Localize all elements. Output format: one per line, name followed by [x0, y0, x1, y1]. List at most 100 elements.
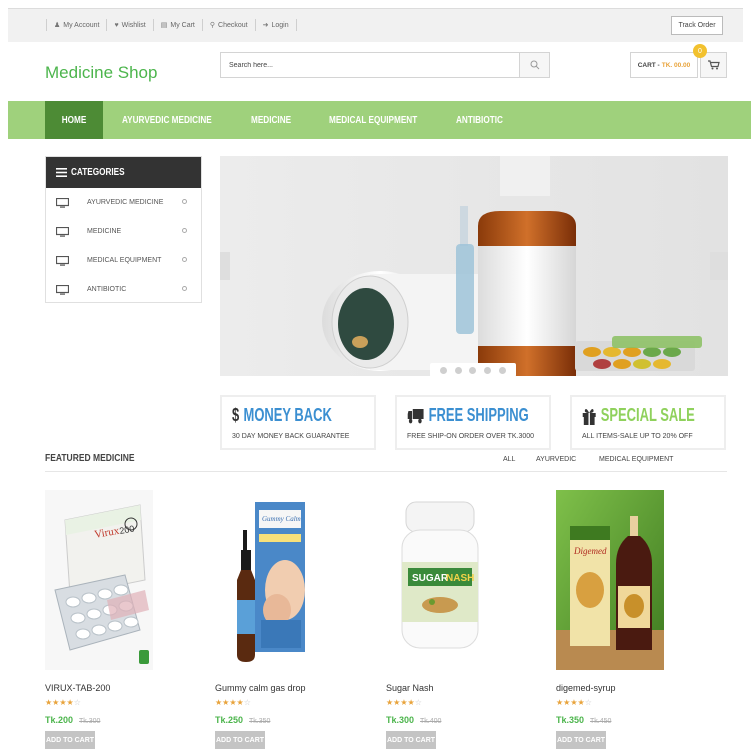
my-account-label: My Account [63, 21, 100, 29]
tab-all[interactable]: ALL [503, 456, 515, 463]
tab-ayurvedic[interactable]: AYURVEDIC [536, 456, 576, 463]
price-current: Tk.250 [215, 715, 244, 725]
cart-total[interactable]: CART - TK. 00.00 [630, 52, 698, 78]
carousel-dot[interactable] [454, 366, 462, 374]
category-item-ayurvedic[interactable]: AYURVEDIC MEDICINE [46, 188, 201, 217]
price-old: Tk.450 [590, 718, 612, 725]
heart-icon: ♥ [114, 21, 119, 29]
checkout-link[interactable]: ⚲ Checkout [203, 19, 256, 31]
carousel-dot[interactable] [499, 366, 507, 374]
product-name[interactable]: digemed-syrup [556, 683, 616, 693]
feature-subtitle: FREE SHIP-ON ORDER OVER TK.3000 [407, 433, 535, 440]
product-photo: Digemed [556, 490, 664, 670]
price-old: Tk.350 [249, 718, 271, 725]
checkout-label: Checkout [218, 21, 248, 29]
login-link[interactable]: ➜ Login [256, 19, 297, 31]
feature-title: FREE SHIPPING [428, 405, 529, 425]
site-logo[interactable]: Medicine Shop [45, 63, 157, 83]
nav-home[interactable]: HOME [45, 101, 103, 139]
cart-icon: ▤ [160, 22, 168, 29]
feature-subtitle: ALL ITEMS-SALE UP TO 20% OFF [582, 433, 693, 440]
categories-panel: CATEGORIES AYURVEDIC MEDICINE MEDICINE M… [45, 156, 202, 303]
carousel-dot[interactable] [439, 366, 447, 374]
login-label: Login [271, 21, 289, 29]
carousel-dot[interactable] [469, 366, 477, 374]
hero-banner[interactable] [220, 156, 728, 376]
nav-antibiotic[interactable]: ANTIBIOTIC [456, 101, 503, 139]
rating-stars: ★★★★☆ [215, 698, 251, 707]
product-photo: Virux 200 [45, 490, 153, 670]
category-item-antibiotic[interactable]: ANTIBIOTIC [46, 275, 201, 304]
main-nav: HOME AYURVEDIC MEDICINE MEDICINE MEDICAL… [8, 101, 751, 139]
top-bar: ♟ My Account ♥ Wishlist ▤ My Cart ⚲ Checkout… [8, 8, 743, 42]
feature-title: SPECIAL SALE [600, 405, 695, 425]
category-item-medicine[interactable]: MEDICINE [46, 217, 201, 246]
nav-medicine[interactable]: MEDICINE [251, 101, 291, 139]
rating-stars: ★★★★☆ [45, 698, 81, 707]
nav-ayurvedic-medicine[interactable]: AYURVEDIC MEDICINE [122, 101, 212, 139]
price-current: Tk.200 [45, 715, 74, 725]
product-image[interactable]: SUGAR NASH [386, 490, 494, 670]
truck-icon [407, 408, 424, 423]
svg-text:Digemed: Digemed [573, 546, 607, 556]
product-photo: SUGAR NASH [386, 490, 494, 670]
nav-medical-equipment[interactable]: MEDICAL EQUIPMENT [329, 101, 417, 139]
dollar-icon: $ [232, 405, 240, 425]
tab-medical-equipment[interactable]: MEDICAL EQUIPMENT [599, 456, 673, 463]
my-account-link[interactable]: ♟ My Account [46, 19, 108, 31]
monitor-icon [56, 284, 69, 295]
product-name[interactable]: Gummy calm gas drop [215, 683, 306, 693]
feature-title: MONEY BACK [243, 405, 332, 425]
gift-icon [582, 408, 596, 425]
feature-free-shipping: FREE SHIPPING FREE SHIP-ON ORDER OVER TK… [395, 395, 551, 450]
track-order-button[interactable]: Track Order [671, 16, 723, 35]
feature-subtitle: 30 DAY MONEY BACK GUARANTEE [232, 433, 350, 440]
cart-label: CART - [637, 61, 660, 69]
rating-stars: ★★★★☆ [556, 698, 592, 707]
categories-title: CATEGORIES [71, 167, 125, 178]
circle-icon [182, 286, 187, 291]
category-label: AYURVEDIC MEDICINE [87, 199, 164, 206]
category-label: MEDICINE [87, 228, 122, 235]
product-image[interactable]: Digemed [556, 490, 664, 670]
category-label: ANTIBIOTIC [87, 286, 127, 293]
product-name[interactable]: Sugar Nash [386, 683, 434, 693]
product-photo: Gummy Calm [215, 490, 323, 670]
product-price: Tk.350 Tk.450 [556, 715, 611, 725]
product-name[interactable]: VIRUX-TAB-200 [45, 683, 110, 693]
search-icon [530, 60, 539, 70]
add-to-cart-button[interactable]: ADD TO CART [556, 731, 606, 749]
feature-special-sale: SPECIAL SALE ALL ITEMS-SALE UP TO 20% OF… [570, 395, 726, 450]
add-to-cart-button[interactable]: ADD TO CART [45, 731, 95, 749]
product-card: Gummy Calm Gummy calm gas drop ★★★★☆ Tk.… [215, 490, 335, 749]
cart-count-badge: 0 [693, 44, 707, 58]
product-price: Tk.200 Tk.300 [45, 715, 100, 725]
svg-text:Gummy Calm: Gummy Calm [262, 515, 301, 523]
svg-text:SUGAR: SUGAR [412, 573, 449, 584]
search-input[interactable] [221, 53, 521, 77]
category-item-medical-equipment[interactable]: MEDICAL EQUIPMENT [46, 246, 201, 275]
nav-home-label: HOME [61, 114, 87, 126]
product-image[interactable]: Virux 200 [45, 490, 153, 670]
user-icon: ♟ [54, 22, 61, 29]
section-divider [45, 471, 727, 472]
monitor-icon [56, 197, 69, 208]
product-price: Tk.300 Tk.400 [386, 715, 441, 725]
add-to-cart-button[interactable]: ADD TO CART [386, 731, 436, 749]
shopping-cart-icon [707, 60, 720, 70]
categories-header[interactable]: CATEGORIES [46, 157, 201, 188]
circle-icon [182, 199, 187, 204]
search-button[interactable] [519, 53, 549, 77]
add-to-cart-button[interactable]: ADD TO CART [215, 731, 265, 749]
login-icon: ➜ [262, 22, 269, 29]
my-cart-link[interactable]: ▤ My Cart [154, 19, 203, 31]
circle-icon [182, 257, 187, 262]
price-old: Tk.300 [79, 718, 101, 725]
price-current: Tk.300 [386, 715, 415, 725]
product-card: SUGAR NASH Sugar Nash ★★★★☆ Tk.300 Tk.400… [386, 490, 506, 749]
cart-amount: TK. 00.00 [661, 61, 691, 69]
product-image[interactable]: Gummy Calm [215, 490, 323, 670]
price-current: Tk.350 [556, 715, 585, 725]
wishlist-link[interactable]: ♥ Wishlist [107, 19, 154, 31]
carousel-dot[interactable] [484, 366, 492, 374]
